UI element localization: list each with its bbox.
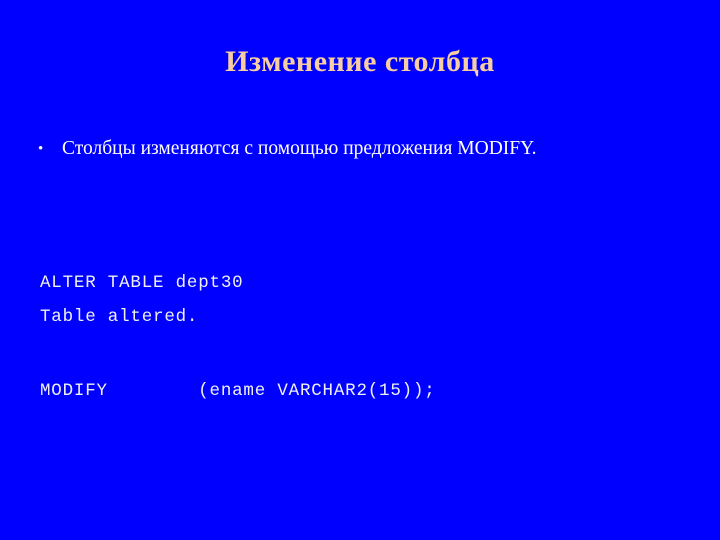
page-title: Изменение столбца <box>225 45 495 78</box>
code-line-modify: MODIFY (ename VARCHAR2(15)); <box>40 381 436 401</box>
bullet-list: • Столбцы изменяются с помощью предложен… <box>38 136 678 163</box>
presentation-slide: Изменение столбца • Столбцы изменяются с… <box>0 0 720 540</box>
bullet-point-icon: • <box>38 141 44 157</box>
code-line-alter-table: ALTER TABLE dept30 <box>40 273 244 293</box>
bullet-item-text: Столбцы изменяются с помощью предложения… <box>62 138 537 159</box>
list-item: • Столбцы изменяются с помощью предложен… <box>38 136 678 163</box>
sql-code-block: ALTER TABLE dept30 MODIFY (ename VARCHAR… <box>40 193 700 481</box>
sql-result-message: Table altered. <box>40 307 199 327</box>
